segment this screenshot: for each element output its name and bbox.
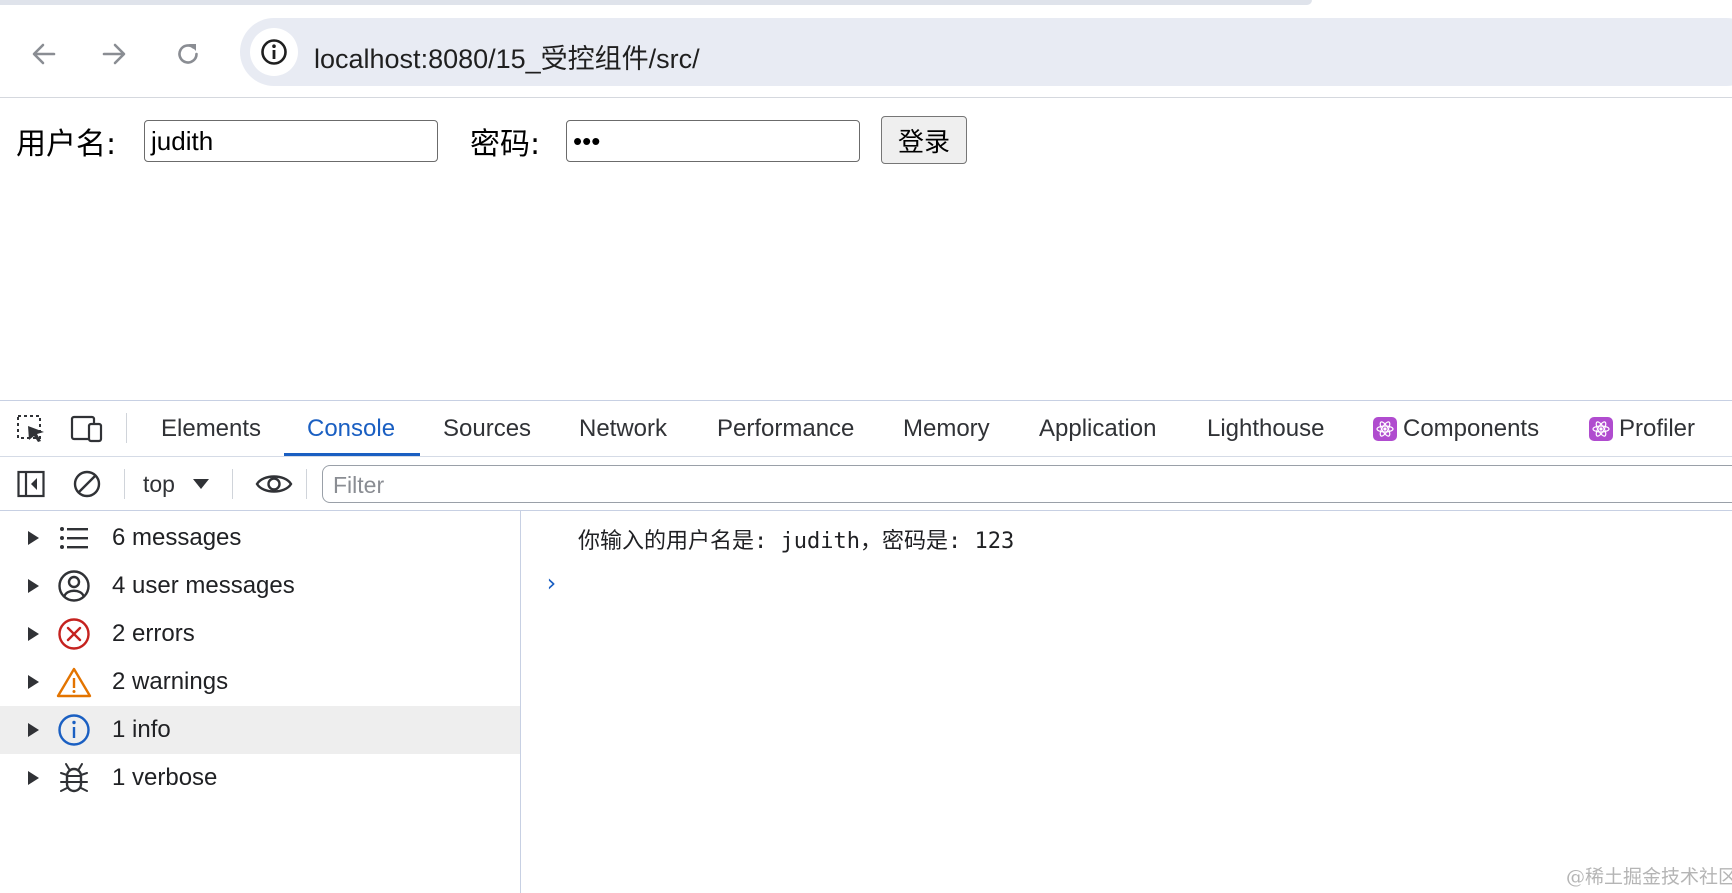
- login-button[interactable]: 登录: [881, 116, 967, 164]
- caret-right-icon: [28, 723, 39, 737]
- console-output: 你输入的用户名是: judith，密码是: 123 ›: [522, 511, 1732, 893]
- username-input[interactable]: judith: [144, 120, 438, 162]
- sidebar-item-label: 2 warnings: [112, 668, 229, 695]
- tab-console[interactable]: Console: [307, 415, 395, 443]
- browser-toolbar: localhost:8080/15_受控组件/src/: [0, 8, 1732, 98]
- toolbar-divider: [306, 469, 307, 499]
- sidebar-item-errors[interactable]: 2 errors: [0, 610, 520, 658]
- eye-icon: [255, 475, 293, 493]
- sidebar-toggle-icon: [17, 470, 45, 498]
- reload-icon: [178, 44, 198, 64]
- password-input[interactable]: •••: [566, 120, 860, 162]
- site-info-button[interactable]: [250, 28, 298, 76]
- toolbar-divider: [124, 469, 125, 499]
- caret-right-icon: [28, 531, 39, 545]
- sidebar-item-user-messages[interactable]: 4 user messages: [0, 562, 520, 610]
- username-label: 用户名:: [16, 127, 117, 162]
- toolbar-divider: [232, 469, 233, 499]
- tab-strip: [0, 0, 1732, 8]
- clear-console-button[interactable]: [70, 467, 104, 501]
- page-content: 用户名: judith 密码: ••• 登录: [0, 99, 1732, 400]
- active-tab-indicator: [284, 453, 420, 456]
- devtools-tabbar: Elements Console Sources Network Perform…: [0, 401, 1732, 457]
- tab-elements[interactable]: Elements: [161, 415, 261, 443]
- info-circle-icon: [261, 39, 287, 65]
- filter-input[interactable]: Filter: [322, 465, 1732, 503]
- tab-profiler[interactable]: Profiler: [1589, 415, 1695, 443]
- tab-application[interactable]: Application: [1039, 415, 1156, 443]
- sidebar-item-label: 1 info: [112, 716, 171, 743]
- console-sidebar: 6 messages 4 user messages 2 errors 2 wa…: [0, 511, 521, 893]
- tab-lighthouse[interactable]: Lighthouse: [1207, 415, 1324, 443]
- arrow-right-icon: [102, 43, 126, 65]
- info-icon: [56, 712, 92, 748]
- forward-button[interactable]: [94, 34, 134, 74]
- react-icon: [1373, 417, 1397, 441]
- dropdown-arrow-icon: [192, 479, 209, 489]
- caret-right-icon: [28, 675, 39, 689]
- console-prompt[interactable]: ›: [544, 569, 558, 597]
- watermark: @稀土掘金技术社区: [1566, 866, 1732, 888]
- tab-components-label: Components: [1403, 415, 1540, 442]
- caret-right-icon: [28, 771, 39, 785]
- device-toolbar-button[interactable]: [70, 412, 104, 446]
- error-icon: [56, 616, 92, 652]
- tab-memory[interactable]: Memory: [903, 415, 990, 443]
- caret-right-icon: [28, 579, 39, 593]
- toolbar-divider: [126, 413, 127, 443]
- list-icon: [56, 520, 92, 556]
- address-bar[interactable]: localhost:8080/15_受控组件/src/: [240, 18, 1732, 86]
- sidebar-item-messages[interactable]: 6 messages: [0, 514, 520, 562]
- toggle-sidebar-button[interactable]: [14, 467, 48, 501]
- console-log-message: 你输入的用户名是: judith，密码是: 123: [578, 529, 1015, 554]
- bug-icon: [56, 760, 92, 796]
- tab-sources[interactable]: Sources: [443, 415, 531, 443]
- live-expression-button[interactable]: [252, 467, 296, 501]
- user-circle-icon: [56, 568, 92, 604]
- context-selector[interactable]: top: [143, 469, 211, 499]
- react-icon: [1589, 417, 1613, 441]
- sidebar-item-label: 2 errors: [112, 620, 195, 647]
- sidebar-item-label: 1 verbose: [112, 764, 218, 791]
- console-toolbar: top Filter: [0, 457, 1732, 511]
- sidebar-item-warnings[interactable]: 2 warnings: [0, 658, 520, 706]
- sidebar-item-verbose[interactable]: 1 verbose: [0, 754, 520, 802]
- tab-components[interactable]: Components: [1373, 415, 1539, 443]
- tab-performance[interactable]: Performance: [717, 415, 854, 443]
- arrow-left-icon: [32, 43, 56, 65]
- device-icon: [70, 415, 103, 443]
- reload-button[interactable]: [168, 34, 208, 74]
- back-button[interactable]: [24, 34, 64, 74]
- sidebar-item-label: 4 user messages: [112, 572, 295, 599]
- active-tab-edge: [0, 0, 1312, 5]
- sidebar-item-label: 6 messages: [112, 524, 242, 551]
- password-label: 密码:: [470, 127, 541, 162]
- context-label: top: [143, 470, 175, 497]
- inspect-element-button[interactable]: [14, 412, 48, 446]
- url-text[interactable]: localhost:8080/15_受控组件/src/: [314, 37, 700, 76]
- inspect-cursor-icon: [17, 415, 44, 442]
- caret-right-icon: [28, 627, 39, 641]
- block-icon: [73, 470, 101, 498]
- tab-network[interactable]: Network: [579, 415, 667, 443]
- tab-profiler-label: Profiler: [1619, 415, 1696, 442]
- sidebar-item-info[interactable]: 1 info: [0, 706, 520, 754]
- devtools-panel: Elements Console Sources Network Perform…: [0, 400, 1732, 893]
- warning-icon: [56, 664, 92, 700]
